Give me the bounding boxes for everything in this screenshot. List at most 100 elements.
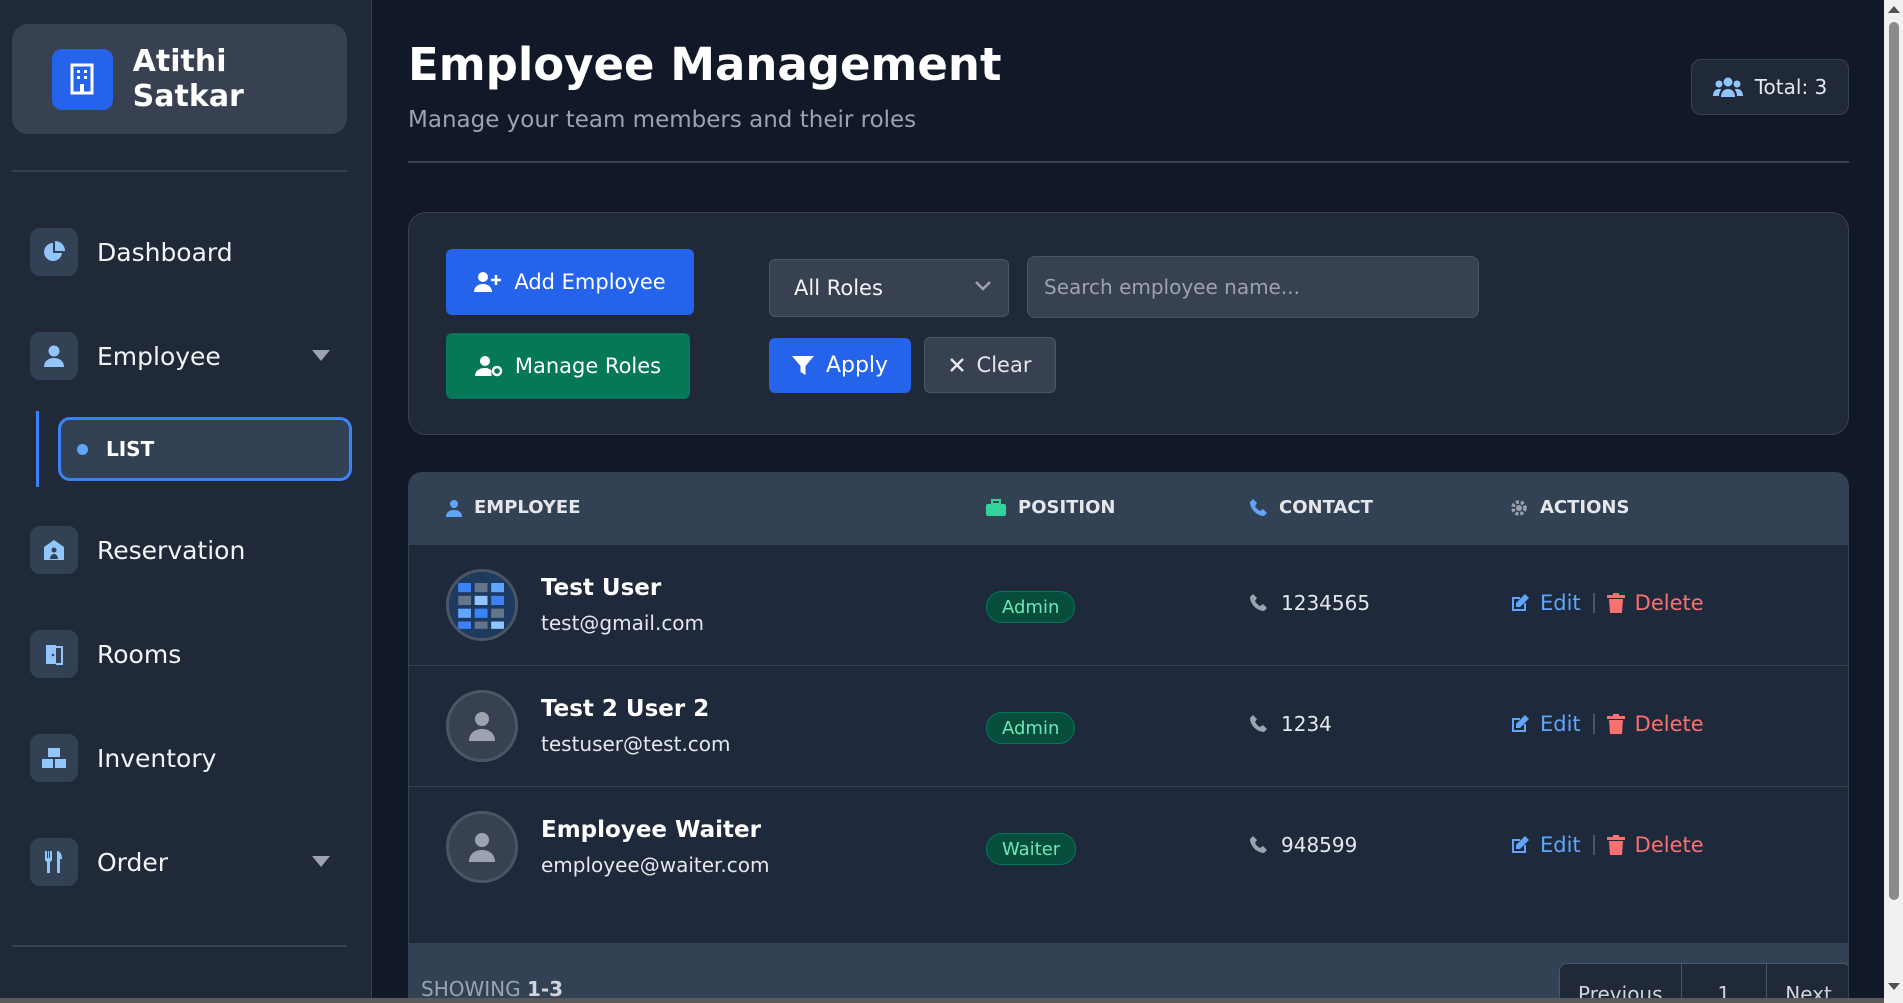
brand-name: Atithi Satkar	[132, 44, 244, 114]
avatar[interactable]	[446, 811, 518, 883]
filter-icon	[791, 355, 814, 375]
action-divider	[1592, 835, 1595, 855]
sidebar-subitem-list[interactable]: LIST	[58, 417, 352, 481]
sidebar-item-inventory[interactable]: Inventory	[30, 733, 340, 783]
delete-label: Delete	[1634, 712, 1704, 736]
close-icon	[949, 358, 964, 372]
sidebar-item-label: Inventory	[97, 743, 217, 773]
column-actions: ACTIONS	[1510, 497, 1629, 518]
column-position: POSITION	[986, 497, 1116, 518]
page-title: Employee Management	[408, 38, 1002, 91]
trash-icon	[1606, 714, 1625, 734]
employee-name: Test User	[541, 575, 662, 601]
submenu-indicator	[36, 411, 39, 487]
add-employee-button[interactable]: Add Employee	[446, 249, 694, 315]
user-gear-icon	[474, 356, 503, 377]
manage-roles-button[interactable]: Manage Roles	[446, 333, 690, 399]
door-icon	[30, 630, 78, 678]
user-icon	[30, 332, 78, 380]
scrollbar[interactable]	[1884, 0, 1903, 1003]
scroll-thumb[interactable]	[1889, 22, 1899, 900]
header-divider	[408, 161, 1849, 163]
contact-cell: 1234	[1249, 712, 1332, 736]
delete-button[interactable]: Delete	[1606, 833, 1704, 857]
brand[interactable]: Atithi Satkar	[12, 24, 347, 134]
sidebar-item-label: Order	[97, 847, 169, 877]
total-count: Total: 3	[1754, 75, 1828, 99]
trash-icon	[1606, 835, 1625, 855]
edit-icon	[1512, 836, 1529, 853]
edit-button[interactable]: Edit	[1510, 712, 1581, 736]
user-plus-icon	[474, 272, 502, 292]
sidebar-item-employee[interactable]: Employee	[30, 331, 340, 381]
bullet-icon	[77, 443, 88, 455]
contact-cell: 1234565	[1249, 591, 1370, 615]
sidebar-item-rooms[interactable]: Rooms	[30, 629, 340, 679]
caret-down-icon[interactable]	[312, 350, 330, 361]
scroll-up-arrow-icon[interactable]	[1888, 6, 1900, 13]
avatar[interactable]	[446, 569, 518, 641]
row-actions: Edit Delete	[1510, 833, 1704, 857]
row-actions: Edit Delete	[1510, 591, 1704, 615]
column-label: EMPLOYEE	[474, 497, 581, 518]
apply-label: Apply	[825, 353, 889, 378]
table-row: Employee Waiter employee@waiter.com Wait…	[409, 787, 1848, 908]
sidebar-item-order[interactable]: Order	[30, 837, 340, 887]
table-row: Test 2 User 2 testuser@test.com Admin 12…	[409, 666, 1848, 787]
chart-pie-icon	[30, 228, 78, 276]
clear-filter-button[interactable]: Clear	[924, 337, 1056, 393]
edit-label: Edit	[1540, 833, 1581, 857]
delete-label: Delete	[1634, 591, 1704, 615]
sidebar-item-dashboard[interactable]: Dashboard	[30, 227, 340, 277]
role-filter-value: All Roles	[794, 276, 883, 300]
role-badge: Admin	[986, 712, 1076, 744]
profile-photo	[449, 572, 515, 638]
phone-icon	[1250, 594, 1267, 611]
employee-table: EMPLOYEE POSITION CONTACT ACTIONS Test U…	[408, 472, 1849, 1003]
sidebar-item-reservation[interactable]: Reservation	[30, 525, 340, 575]
reservation-icon	[30, 526, 78, 574]
building-icon	[52, 48, 113, 110]
chevron-down-icon	[975, 281, 991, 291]
column-label: CONTACT	[1279, 497, 1373, 518]
briefcase-icon	[986, 498, 1006, 516]
manage-roles-label: Manage Roles	[514, 354, 662, 378]
user-icon	[446, 499, 462, 517]
delete-button[interactable]: Delete	[1606, 712, 1704, 736]
edit-icon	[1512, 594, 1529, 611]
users-icon	[1712, 77, 1743, 97]
edit-label: Edit	[1540, 591, 1581, 615]
sidebar-item-label: Dashboard	[97, 237, 233, 267]
role-filter-select[interactable]: All Roles	[769, 259, 1009, 317]
column-contact: CONTACT	[1249, 497, 1373, 518]
utensils-icon	[30, 838, 78, 886]
avatar[interactable]	[446, 690, 518, 762]
sidebar-item-label: Employee	[97, 341, 221, 371]
add-employee-label: Add Employee	[514, 270, 666, 294]
column-label: POSITION	[1018, 497, 1116, 518]
user-placeholder-icon	[469, 833, 495, 862]
trash-icon	[1606, 593, 1625, 613]
edit-button[interactable]: Edit	[1510, 833, 1581, 857]
employee-email: employee@waiter.com	[541, 853, 770, 877]
page-subtitle: Manage your team members and their roles	[408, 107, 917, 133]
total-badge: Total: 3	[1691, 59, 1849, 115]
user-placeholder-icon	[469, 712, 495, 741]
edit-button[interactable]: Edit	[1510, 591, 1581, 615]
action-divider	[1592, 714, 1595, 734]
delete-button[interactable]: Delete	[1606, 591, 1704, 615]
column-employee: EMPLOYEE	[446, 497, 581, 518]
caret-down-icon[interactable]	[312, 856, 330, 867]
window-bottom-edge	[0, 998, 1884, 1003]
sidebar: Atithi Satkar Dashboard Employee LIST Re…	[0, 0, 372, 1003]
pagination: Previous 1 Next	[1559, 963, 1848, 1003]
search-input[interactable]	[1027, 256, 1479, 318]
table-footer: SHOWING 1-3 Previous 1 Next	[409, 943, 1848, 1003]
sidebar-item-label: Rooms	[97, 639, 182, 669]
sidebar-subitem-label: LIST	[106, 437, 155, 461]
action-divider	[1592, 593, 1595, 613]
apply-filter-button[interactable]: Apply	[769, 338, 911, 393]
scroll-down-arrow-icon[interactable]	[1888, 983, 1900, 990]
edit-icon	[1512, 715, 1529, 732]
sidebar-item-label: Reservation	[97, 535, 246, 565]
